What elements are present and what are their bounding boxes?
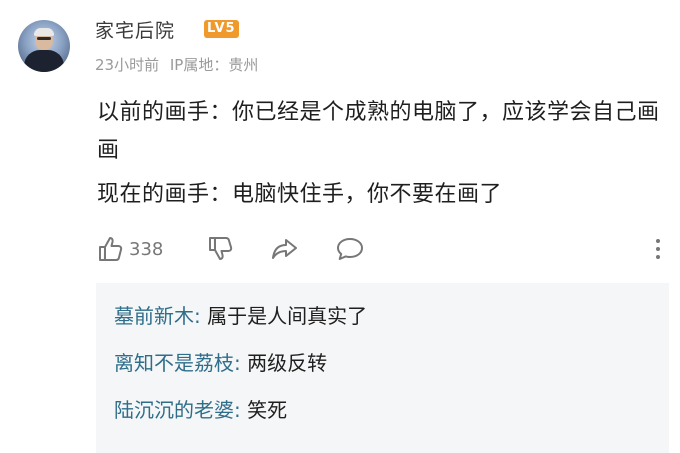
avatar-body: [24, 50, 64, 72]
reply-text: 属于是人间真实了: [200, 304, 368, 328]
share-button[interactable]: [269, 234, 299, 264]
reply-button[interactable]: [335, 234, 365, 264]
like-button[interactable]: 338: [97, 234, 163, 264]
more-vertical-icon: [656, 239, 660, 259]
comment-meta: 23小时前 IP属地：贵州: [95, 54, 264, 75]
reply-separator: :: [194, 304, 201, 328]
reply-item[interactable]: 离知不是荔枝: 两级反转: [114, 348, 669, 378]
reply-text: 两级反转: [240, 351, 328, 375]
reply-username[interactable]: 墓前新木: [114, 304, 194, 328]
reply-text: 笑死: [240, 398, 288, 422]
reply-username[interactable]: 离知不是荔枝: [114, 351, 234, 375]
comment-content: 以前的画手：你已经是个成熟的电脑了，应该学会自己画画 现在的画手：电脑快住手，你…: [97, 94, 667, 220]
thumbs-down-icon: [209, 237, 233, 260]
comment-time: 23小时前: [95, 56, 160, 74]
more-options-button[interactable]: [652, 234, 664, 264]
avatar-glasses: [37, 37, 51, 40]
thumbs-up-icon: [99, 237, 123, 261]
reply-item[interactable]: 墓前新木: 属于是人间真实了: [114, 301, 669, 331]
reply-username[interactable]: 陆沉沉的老婆: [114, 398, 234, 422]
reply-separator: :: [234, 351, 241, 375]
username[interactable]: 家宅后院: [95, 16, 175, 43]
avatar-hair: [34, 28, 54, 36]
reply-item[interactable]: 陆沉沉的老婆: 笑死: [114, 395, 669, 425]
comment-actions: 338: [97, 234, 672, 264]
reply-bubble-icon: [337, 238, 363, 260]
share-icon: [272, 239, 297, 259]
reply-list: 墓前新木: 属于是人间真实了 离知不是荔枝: 两级反转 陆沉沉的老婆: 笑死: [96, 283, 669, 453]
comment-line: 现在的画手：电脑快住手，你不要在画了: [97, 182, 503, 207]
dislike-button[interactable]: [207, 234, 235, 264]
comment-card: 家宅后院 LV5 23小时前 IP属地：贵州 以前的画手：你已经是个成熟的电脑了…: [0, 0, 680, 453]
reply-separator: :: [234, 398, 241, 422]
like-count: 338: [129, 238, 164, 260]
avatar[interactable]: [18, 20, 70, 72]
level-badge: LV5: [204, 20, 239, 38]
comment-line: 以前的画手：你已经是个成熟的电脑了，应该学会自己画画: [97, 100, 660, 163]
ip-location: IP属地：贵州: [169, 56, 259, 74]
